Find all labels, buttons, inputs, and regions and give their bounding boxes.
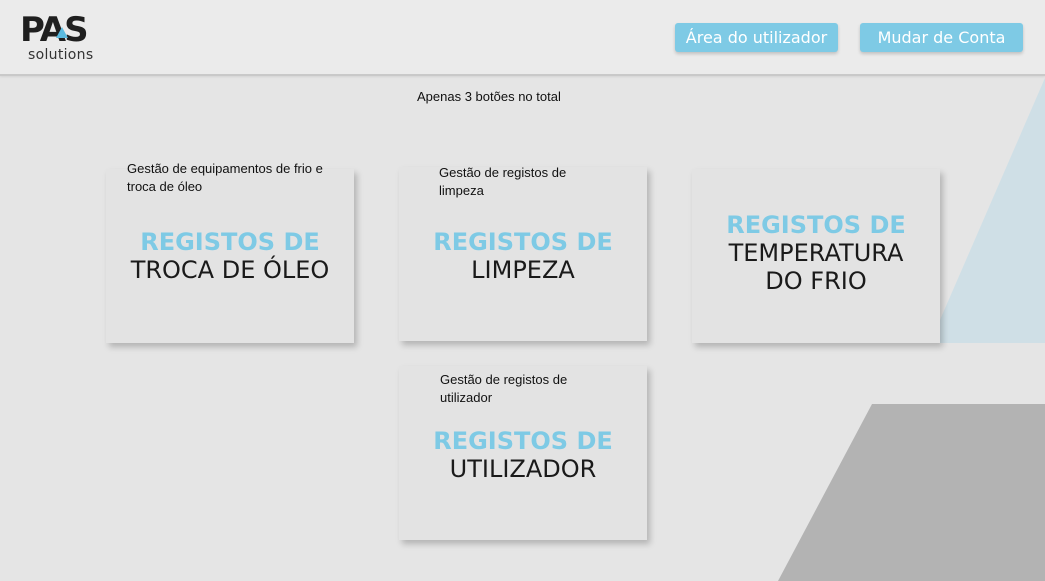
card-title-line1: TEMPERATURA	[728, 239, 904, 267]
logo-wordmark: PAS	[20, 10, 89, 50]
card-title-highlight: REGISTOS DE	[433, 427, 613, 455]
card-title-highlight: REGISTOS DE	[140, 228, 320, 256]
card-title-main: UTILIZADOR	[449, 455, 597, 483]
gray-wedge	[778, 404, 1045, 581]
card-description: Gestão de equipamentos de frio e troca d…	[127, 161, 323, 194]
pas-solutions-logo: PAS solutions	[20, 12, 110, 66]
card-description: Gestão de registos de limpeza	[439, 165, 567, 198]
card-description: Gestão de registos de utilizador	[440, 372, 568, 405]
card-title: REGISTOS DE TEMPERATURA DO FRIO	[692, 211, 940, 295]
card-title-highlight: REGISTOS DE	[433, 228, 613, 256]
card-title-main: TROCA DE ÓLEO	[130, 256, 330, 284]
switch-account-button[interactable]: Mudar de Conta	[860, 23, 1023, 52]
card-cold-temperature-records[interactable]: REGISTOS DE TEMPERATURA DO FRIO	[692, 169, 940, 343]
user-area-button[interactable]: Área do utilizador	[675, 23, 838, 52]
light-blue-wedge	[930, 78, 1045, 343]
card-user-records[interactable]: Gestão de registos de utilizador REGISTO…	[399, 366, 647, 540]
card-title-highlight: REGISTOS DE	[726, 211, 906, 239]
logo-subtitle: solutions	[28, 47, 94, 63]
card-title: REGISTOS DE UTILIZADOR	[399, 427, 647, 483]
card-cleaning-records[interactable]: Gestão de registos de limpeza REGISTOS D…	[399, 165, 647, 341]
card-title-line2: DO FRIO	[765, 267, 867, 295]
card-title: REGISTOS DE TROCA DE ÓLEO	[106, 228, 354, 284]
card-title: REGISTOS DE LIMPEZA	[399, 228, 647, 284]
logo-triangle-icon	[56, 27, 68, 38]
card-oil-change-records[interactable]: Gestão de equipamentos de frio e troca d…	[106, 161, 354, 343]
card-title-main: LIMPEZA	[471, 256, 575, 284]
annotation-note: Apenas 3 botões no total	[417, 89, 561, 104]
top-header: PAS solutions Área do utilizador Mudar d…	[0, 0, 1045, 76]
